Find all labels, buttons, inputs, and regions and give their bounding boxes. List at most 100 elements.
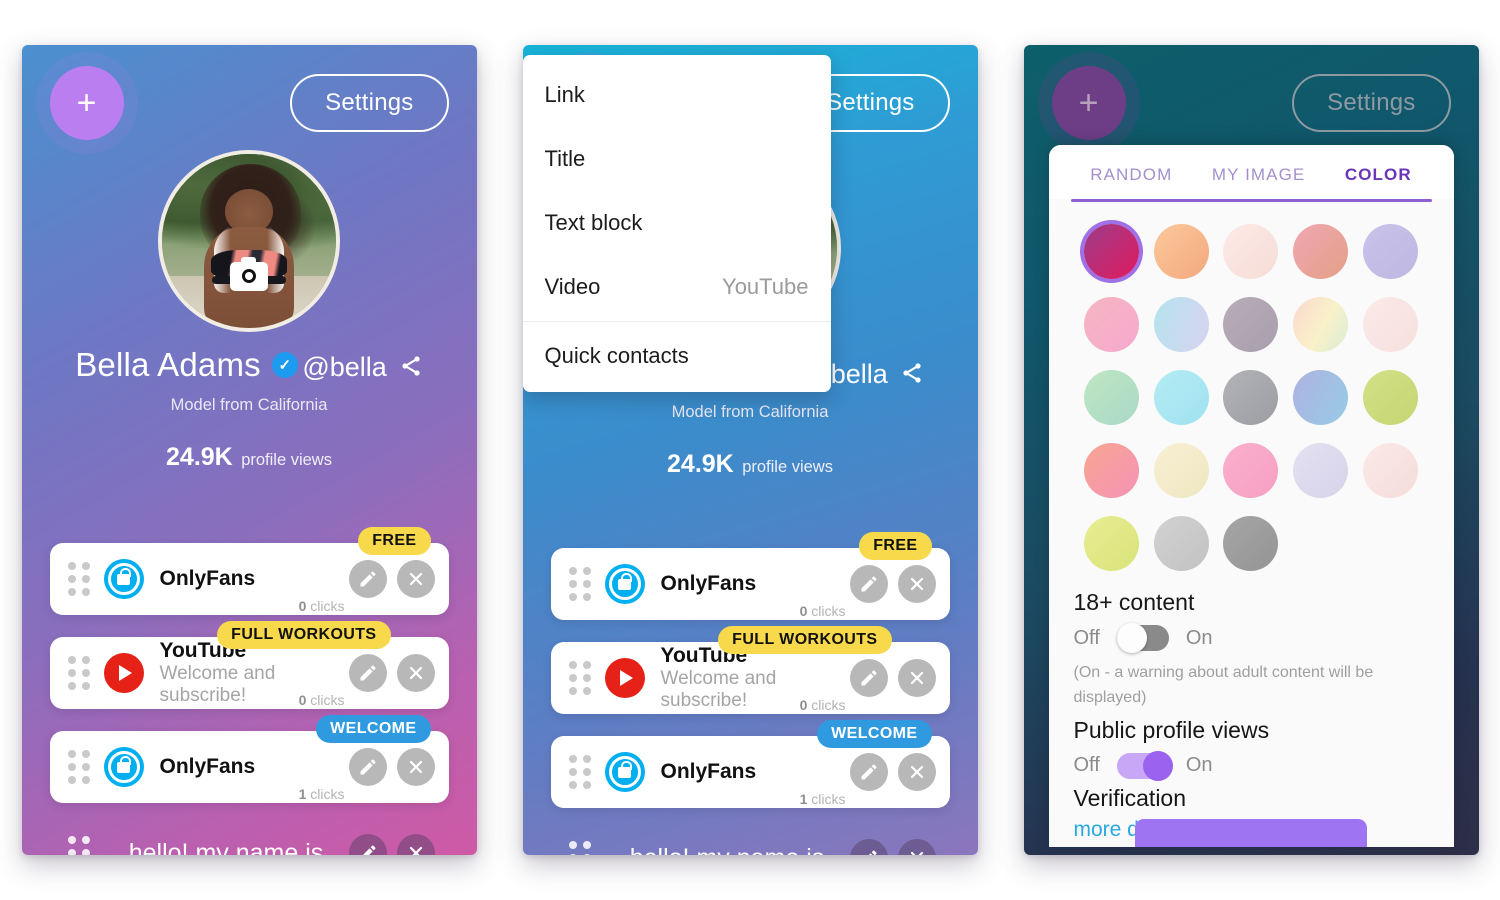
table-row[interactable]: FULL WORKOUTS YouTube Welcome and subscr… [49,621,449,709]
menu-item-title[interactable]: Title [523,127,831,191]
color-swatch[interactable] [1363,224,1419,279]
color-swatch[interactable] [1223,297,1279,352]
menu-item-text-block[interactable]: Text block [523,191,831,255]
color-swatch[interactable] [1293,224,1349,279]
toggle-on-label: On [1185,754,1213,777]
onlyfans-lock-icon [103,747,144,787]
color-swatch[interactable] [1083,224,1139,279]
drag-dots-icon[interactable] [568,661,591,695]
close-icon[interactable] [396,560,435,598]
tab-random[interactable]: RANDOM [1090,165,1172,185]
phone-panel-settings: + Settings RANDOM MY IMAGE COLOR 18+ con… [1023,45,1479,855]
share-icon[interactable] [900,361,924,387]
color-swatch[interactable] [1223,370,1279,425]
list-item[interactable]: hello! my name is [551,830,950,855]
card-clicks: 0 clicks [800,697,846,713]
pencil-icon[interactable] [849,753,888,791]
pencil-icon[interactable] [849,565,888,603]
color-swatch[interactable] [1083,516,1139,571]
color-swatch[interactable] [1223,224,1279,279]
drag-dots-icon[interactable] [568,567,591,601]
menu-separator [522,321,831,322]
color-swatch[interactable] [1223,516,1279,571]
avatar[interactable] [158,150,340,332]
color-swatch[interactable] [1083,370,1139,425]
drag-dots-icon[interactable] [67,836,90,855]
menu-item-label: Quick contacts [544,343,689,368]
list-item[interactable]: hello! my name is [50,825,449,855]
add-block-button[interactable]: + [49,66,124,140]
card-actions [849,659,936,697]
close-icon[interactable] [396,748,435,786]
close-icon[interactable] [897,839,936,855]
menu-item-quick-contacts[interactable]: Quick contacts [523,324,831,388]
public-profile-views-toggle[interactable] [1116,750,1173,781]
color-swatch[interactable] [1223,443,1279,498]
settings-button[interactable]: Settings [290,74,449,132]
pencil-icon[interactable] [849,659,888,697]
close-icon[interactable] [897,659,936,697]
color-swatch[interactable] [1363,443,1419,498]
settings-sheet: RANDOM MY IMAGE COLOR 18+ content Off On… [1048,145,1454,847]
camera-icon[interactable] [230,256,268,291]
table-row[interactable]: FREE OnlyFans 0 clicks [550,532,950,620]
color-swatch[interactable] [1293,443,1349,498]
settings-button[interactable]: Settings [1292,74,1451,132]
onlyfans-lock-icon [604,752,645,792]
pencil-icon[interactable] [348,560,387,598]
color-swatch[interactable] [1153,370,1209,425]
menu-item-label: Title [544,146,586,171]
menu-item-label: Link [544,82,585,107]
close-icon[interactable] [897,753,936,791]
card-clicks-count: 1 [298,786,307,802]
close-icon[interactable] [396,654,435,692]
toggle-off-label: Off [1073,754,1100,777]
add-block-menu[interactable]: Link Title Text block Video YouTube Quic… [522,55,831,392]
sheet-primary-button[interactable] [1135,819,1367,847]
menu-item-video[interactable]: Video YouTube [523,255,831,319]
tab-color[interactable]: COLOR [1345,165,1412,185]
profile-views-label: profile views [241,451,332,469]
panel1-profile: Bella Adams ✓ @bella Model from Californ… [22,150,477,472]
menu-item-link[interactable]: Link [523,63,831,127]
drag-dots-icon[interactable] [67,562,90,596]
pencil-icon[interactable] [348,654,387,692]
status-badge: FREE [358,527,431,555]
drag-dots-icon[interactable] [67,656,90,690]
color-swatch[interactable] [1083,443,1139,498]
pencil-icon[interactable] [849,839,888,855]
text-block-label: hello! my name is [128,838,324,856]
color-swatch[interactable] [1293,297,1349,352]
color-swatch[interactable] [1153,443,1209,498]
color-swatch[interactable] [1293,370,1349,425]
close-icon[interactable] [897,565,936,603]
close-icon[interactable] [396,834,435,855]
card-title: OnlyFans [660,760,757,784]
share-icon[interactable] [399,354,423,380]
pencil-icon[interactable] [348,834,387,855]
color-swatch[interactable] [1153,224,1209,279]
color-swatch[interactable] [1083,297,1139,352]
drag-dots-icon[interactable] [568,755,591,789]
card-title: OnlyFans [159,755,256,779]
table-row[interactable]: WELCOME OnlyFans 1 clicks [550,720,950,808]
tab-my-image[interactable]: MY IMAGE [1212,165,1306,185]
color-swatch[interactable] [1363,297,1419,352]
table-row[interactable]: FREE OnlyFans 0 clicks [49,527,449,615]
panel1-link-list: FREE OnlyFans 0 clicks FULL WORKOUTS You… [49,527,449,855]
pencil-icon[interactable] [348,748,387,786]
profile-views: 24.9K profile views [22,443,477,472]
card-clicks-label: clicks [811,791,846,807]
drag-dots-icon[interactable] [67,750,90,784]
table-row[interactable]: FULL WORKOUTS YouTube Welcome and subscr… [550,626,950,714]
color-swatch[interactable] [1153,297,1209,352]
card-clicks-label: clicks [310,692,345,708]
adult-content-toggle[interactable] [1116,623,1169,653]
card-clicks-label: clicks [811,697,846,713]
drag-dots-icon[interactable] [568,841,591,855]
color-swatch[interactable] [1363,370,1419,425]
color-swatch[interactable] [1153,516,1209,571]
add-block-button[interactable]: + [1051,66,1126,140]
table-row[interactable]: WELCOME OnlyFans 1 clicks [49,715,449,803]
status-badge: WELCOME [817,720,932,748]
